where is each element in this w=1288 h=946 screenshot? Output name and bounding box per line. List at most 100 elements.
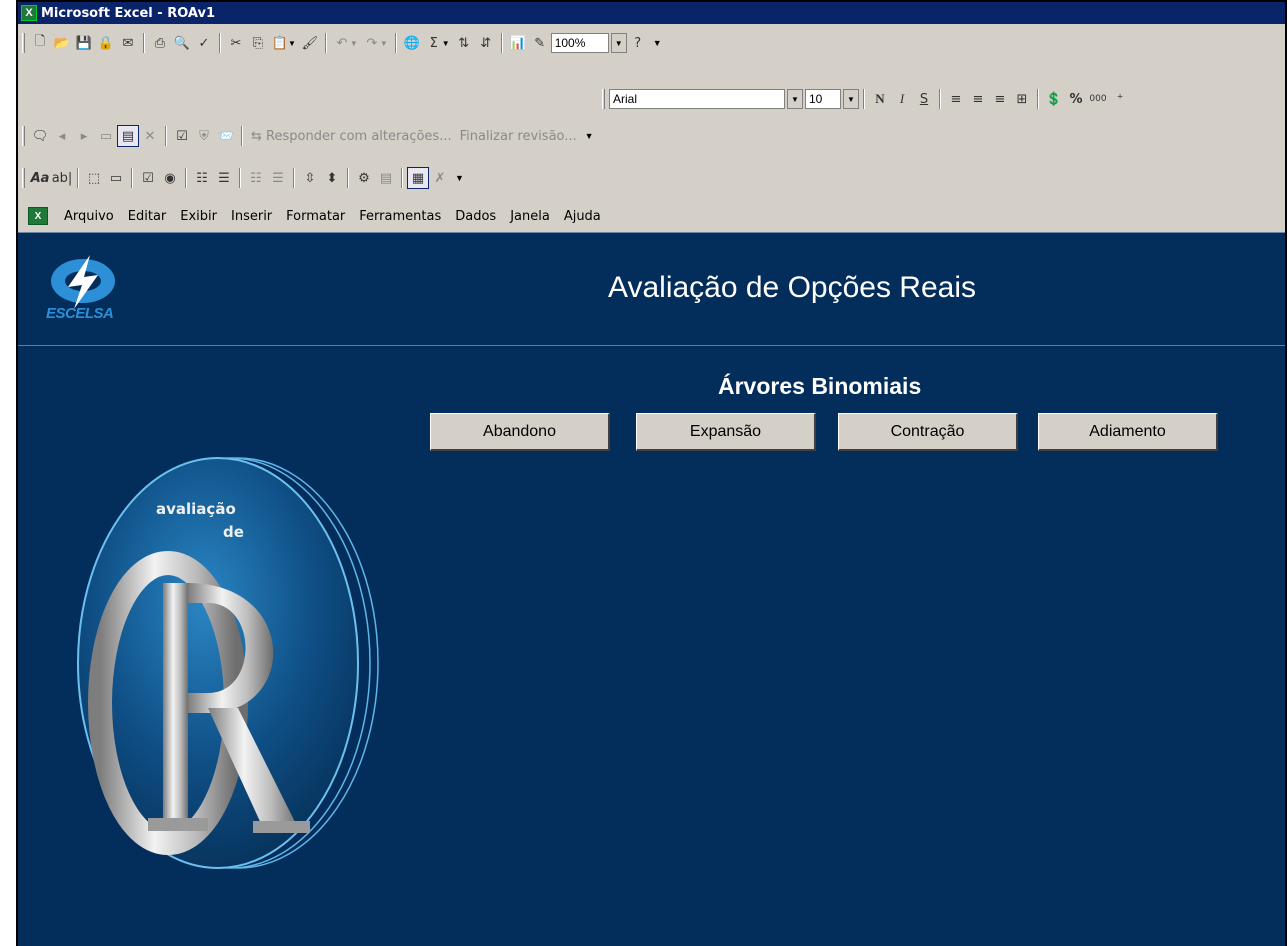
new-icon[interactable]: 🗋 bbox=[29, 32, 51, 54]
sort-descending-icon[interactable]: ⇵ bbox=[475, 32, 497, 54]
menu-ferramentas[interactable]: Ferramentas bbox=[359, 209, 441, 224]
toolbar-grip[interactable] bbox=[602, 89, 605, 109]
font-name-combo[interactable]: Arial bbox=[609, 89, 785, 109]
spelling-icon[interactable]: ✓ bbox=[193, 32, 215, 54]
hyperlink-icon[interactable]: 🌐 bbox=[401, 32, 423, 54]
paste-dropdown-icon[interactable]: ▼ bbox=[288, 39, 296, 48]
separator bbox=[77, 168, 79, 188]
track-changes-icon[interactable]: ☑ bbox=[171, 125, 193, 147]
checkbox-icon[interactable]: ☑ bbox=[137, 167, 159, 189]
list-box-icon[interactable]: ☷ bbox=[191, 167, 213, 189]
show-all-comments-icon[interactable]: ▤ bbox=[117, 125, 139, 147]
menu-janela[interactable]: Janela bbox=[510, 209, 550, 224]
excel-window: X Microsoft Excel - ROAv1 🗋 📂 💾 🔒 ✉ ⎙ 🔍 … bbox=[16, 0, 1287, 946]
next-comment-icon[interactable]: ▸ bbox=[73, 125, 95, 147]
menu-ajuda[interactable]: Ajuda bbox=[564, 209, 601, 224]
menu-dados[interactable]: Dados bbox=[455, 209, 496, 224]
edit-box-icon[interactable]: ab| bbox=[51, 167, 73, 189]
undo-dropdown-icon[interactable]: ▼ bbox=[350, 39, 358, 48]
separator bbox=[939, 89, 941, 109]
toggle-grid-icon[interactable]: ▦ bbox=[407, 167, 429, 189]
emblem-line2: de bbox=[223, 523, 244, 541]
combo-box-icon[interactable]: ☰ bbox=[213, 167, 235, 189]
separator bbox=[401, 168, 403, 188]
print-icon[interactable]: ⎙ bbox=[149, 32, 171, 54]
save-icon[interactable]: 💾 bbox=[73, 32, 95, 54]
currency-icon[interactable]: 💲 bbox=[1043, 88, 1065, 110]
show-comment-icon[interactable]: ▭ bbox=[95, 125, 117, 147]
autosum-dropdown-icon[interactable]: ▼ bbox=[442, 39, 450, 48]
run-dialog-icon[interactable]: ✗ bbox=[429, 167, 451, 189]
combo-list-icon[interactable]: ☷ bbox=[245, 167, 267, 189]
permission-icon[interactable]: 🔒 bbox=[95, 32, 117, 54]
workbook-icon[interactable]: X bbox=[28, 207, 48, 225]
percent-style-button[interactable]: % bbox=[1065, 88, 1087, 110]
button-icon[interactable]: ▭ bbox=[105, 167, 127, 189]
zoom-value: 100% bbox=[554, 36, 586, 50]
separator bbox=[185, 168, 187, 188]
bold-button[interactable]: N bbox=[869, 88, 891, 110]
font-size-dropdown-icon[interactable]: ▼ bbox=[843, 89, 859, 109]
align-right-icon[interactable]: ≡ bbox=[989, 88, 1011, 110]
sort-ascending-icon[interactable]: ⇅ bbox=[453, 32, 475, 54]
toolbar-options-icon[interactable]: ▼ bbox=[653, 38, 662, 48]
format-painter-icon[interactable]: 🖌 bbox=[299, 32, 321, 54]
copy-icon[interactable]: ⎘ bbox=[247, 32, 269, 54]
contracao-button[interactable]: Contração bbox=[838, 413, 1018, 451]
option-button-icon[interactable]: ◉ bbox=[159, 167, 181, 189]
separator bbox=[239, 168, 241, 188]
menu-exibir[interactable]: Exibir bbox=[180, 209, 217, 224]
group-box-icon[interactable]: ⬚ bbox=[83, 167, 105, 189]
abandono-button[interactable]: Abandono bbox=[430, 413, 610, 451]
toolbar-options-icon[interactable]: ▼ bbox=[455, 173, 464, 183]
new-comment-icon[interactable]: 🗨 bbox=[29, 125, 51, 147]
open-icon[interactable]: 📂 bbox=[51, 32, 73, 54]
reply-with-changes-label: Responder com alterações... bbox=[266, 128, 452, 144]
font-size-combo[interactable]: 10 bbox=[805, 89, 841, 109]
reply-with-changes-button[interactable]: ⇆ Responder com alterações... bbox=[251, 129, 452, 144]
merge-center-icon[interactable]: ⊞ bbox=[1011, 88, 1033, 110]
expansao-button[interactable]: Expansão bbox=[636, 413, 816, 451]
separator bbox=[131, 168, 133, 188]
toolbar-options-icon[interactable]: ▼ bbox=[585, 131, 594, 141]
zoom-dropdown-icon[interactable]: ▼ bbox=[610, 33, 627, 53]
send-icon[interactable]: 📨 bbox=[215, 125, 237, 147]
italic-button[interactable]: I bbox=[891, 88, 913, 110]
toolbar-grip[interactable] bbox=[22, 33, 25, 53]
zoom-combo[interactable]: 100% bbox=[550, 33, 609, 53]
separator bbox=[165, 126, 167, 146]
menu-editar[interactable]: Editar bbox=[128, 209, 167, 224]
print-preview-icon[interactable]: 🔍 bbox=[171, 32, 193, 54]
increase-decimal-icon[interactable]: ⁺ bbox=[1109, 88, 1131, 110]
menu-arquivo[interactable]: Arquivo bbox=[64, 209, 114, 224]
toolbar-grip[interactable] bbox=[22, 126, 25, 146]
help-icon[interactable]: ? bbox=[627, 32, 649, 54]
email-icon[interactable]: ✉ bbox=[117, 32, 139, 54]
excel-app-icon[interactable]: X bbox=[21, 5, 37, 21]
protect-icon[interactable]: ⛨ bbox=[193, 125, 215, 147]
drawing-icon[interactable]: ✎ bbox=[529, 32, 551, 54]
font-name-dropdown-icon[interactable]: ▼ bbox=[787, 89, 803, 109]
menu-inserir[interactable]: Inserir bbox=[231, 209, 272, 224]
align-center-icon[interactable]: ≡ bbox=[967, 88, 989, 110]
separator bbox=[241, 126, 243, 146]
edit-code-icon[interactable]: ▤ bbox=[375, 167, 397, 189]
spinner-icon[interactable]: ⬍ bbox=[321, 167, 343, 189]
combo-dropdown-icon[interactable]: ☰ bbox=[267, 167, 289, 189]
end-review-button[interactable]: Finalizar revisão... bbox=[460, 129, 577, 144]
adiamento-button[interactable]: Adiamento bbox=[1038, 413, 1218, 451]
scroll-bar-icon[interactable]: ⇳ bbox=[299, 167, 321, 189]
chart-wizard-icon[interactable]: 📊 bbox=[507, 32, 529, 54]
redo-dropdown-icon[interactable]: ▼ bbox=[380, 39, 388, 48]
prev-comment-icon[interactable]: ◂ bbox=[51, 125, 73, 147]
cut-icon[interactable]: ✂ bbox=[225, 32, 247, 54]
underline-button[interactable]: S bbox=[913, 88, 935, 110]
delete-comment-icon[interactable]: ✕ bbox=[139, 125, 161, 147]
toolbar-grip[interactable] bbox=[22, 168, 25, 188]
label-icon[interactable]: Aa bbox=[29, 167, 51, 189]
control-properties-icon[interactable]: ⚙ bbox=[353, 167, 375, 189]
menu-formatar[interactable]: Formatar bbox=[286, 209, 345, 224]
separator bbox=[143, 33, 145, 53]
align-left-icon[interactable]: ≡ bbox=[945, 88, 967, 110]
comma-style-button[interactable]: 000 bbox=[1087, 88, 1109, 110]
